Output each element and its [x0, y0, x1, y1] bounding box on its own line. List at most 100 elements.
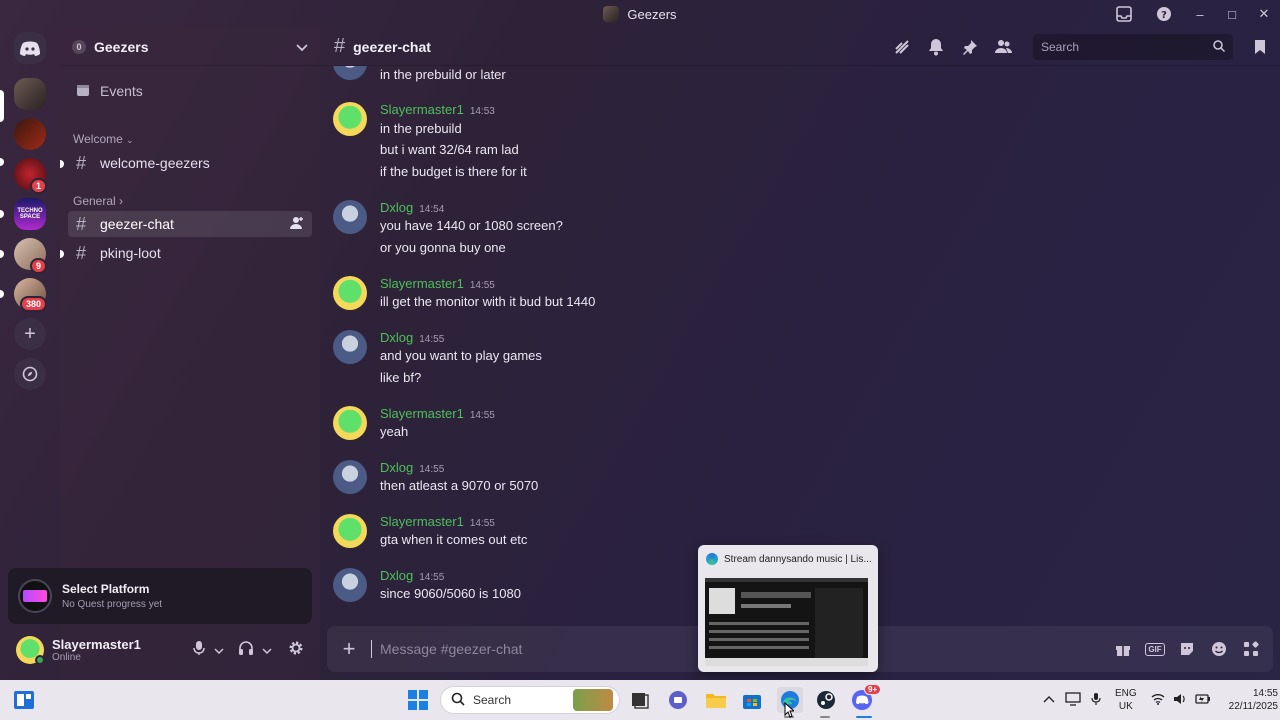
avatar[interactable] — [333, 200, 367, 234]
inbox-icon[interactable] — [1114, 4, 1134, 24]
taskbar: Search 9+ ENG UK 14:55 22/11/2025 — [0, 680, 1280, 720]
plus-icon: + — [24, 322, 36, 345]
channel-name: geezer-chat — [100, 216, 174, 232]
message-text: like bf? — [380, 370, 422, 385]
events-label: Events — [100, 83, 143, 99]
channel-name: welcome-geezers — [100, 155, 210, 171]
minimize-button[interactable]: – — [1184, 0, 1216, 28]
apps-icon[interactable] — [1240, 638, 1262, 660]
add-server-button[interactable]: + — [14, 318, 46, 350]
settings-gear-icon[interactable] — [288, 640, 304, 661]
microphone-icon[interactable] — [192, 640, 206, 661]
close-button[interactable]: ✕ — [1248, 0, 1280, 28]
clock-time: 14:55 — [1252, 688, 1278, 699]
wifi-icon[interactable] — [1151, 693, 1165, 708]
channel-pking-loot[interactable]: # pking-loot — [68, 240, 312, 266]
emoji-icon[interactable] — [1208, 638, 1230, 660]
author-name[interactable]: Dxlog — [380, 200, 413, 215]
chevron-down-icon[interactable] — [214, 641, 224, 659]
message-header: Dxlog 14:55 — [380, 568, 444, 583]
author-name[interactable]: Slayermaster1 — [380, 102, 464, 117]
search-icon — [1213, 39, 1226, 55]
avatar[interactable] — [16, 636, 45, 665]
chevron-down-icon[interactable] — [262, 641, 272, 659]
clock-date: 22/11/2025 — [1228, 701, 1278, 712]
server-techno-space[interactable]: TECHNO SPACE — [14, 198, 46, 230]
message-header: Slayermaster1 14:55 — [380, 276, 495, 291]
widgets-icon[interactable] — [12, 688, 36, 712]
avatar[interactable] — [333, 460, 367, 494]
start-button[interactable] — [406, 688, 430, 712]
channel-geezer-chat[interactable]: # geezer-chat — [68, 211, 312, 237]
mention-badge: 380 — [20, 296, 48, 312]
user-name[interactable]: Slayermaster1 — [52, 637, 141, 652]
language-indicator[interactable]: ENG UK — [1115, 687, 1137, 713]
bookmark-icon[interactable] — [1248, 35, 1272, 59]
volume-icon[interactable] — [1173, 693, 1187, 708]
search-input[interactable]: Search — [1033, 34, 1233, 60]
notification-bell-icon[interactable] — [924, 35, 948, 59]
device-icon[interactable] — [1065, 691, 1081, 709]
taskbar-search[interactable]: Search — [440, 686, 620, 714]
message-text: but i want 32/64 ram lad — [380, 142, 519, 157]
clock[interactable]: 14:55 22/11/2025 — [1229, 687, 1278, 713]
avatar[interactable] — [333, 66, 367, 80]
guild-header[interactable]: 0 Geezers — [60, 28, 320, 66]
server-geezers[interactable] — [14, 78, 46, 110]
gif-button[interactable]: GIF — [1144, 638, 1166, 660]
file-explorer-icon[interactable] — [704, 688, 728, 712]
events-item[interactable]: Events — [68, 78, 312, 104]
author-name[interactable]: Slayermaster1 — [380, 276, 464, 291]
gift-icon[interactable] — [1112, 638, 1134, 660]
battery-icon[interactable] — [1195, 693, 1211, 708]
author-name[interactable]: Dxlog — [380, 460, 413, 475]
maximize-button[interactable]: □ — [1216, 0, 1248, 28]
quest-card[interactable]: Select Platform No Quest progress yet — [8, 568, 312, 624]
microphone-icon[interactable] — [1091, 692, 1101, 709]
threads-icon[interactable] — [890, 35, 914, 59]
taskbar-preview-popup[interactable]: Stream dannysando music | Lis... — [698, 545, 878, 672]
channel-name: pking-loot — [100, 245, 161, 261]
server-eoz[interactable] — [14, 118, 46, 150]
avatar[interactable] — [333, 276, 367, 310]
category-label: General — [73, 194, 116, 208]
message-text: if the budget is there for it — [380, 164, 527, 179]
discord-home-button[interactable] — [14, 32, 46, 64]
server-icon — [603, 6, 620, 22]
taskbar-search-label: Search — [473, 693, 512, 707]
calendar-icon — [76, 81, 96, 102]
avatar[interactable] — [333, 406, 367, 440]
timestamp: 14:54 — [419, 204, 445, 215]
avatar[interactable] — [333, 330, 367, 364]
author-name[interactable]: Dxlog — [380, 568, 413, 583]
message-text: you have 1440 or 1080 screen? — [380, 218, 563, 233]
sticker-icon[interactable] — [1176, 638, 1198, 660]
microsoft-store-icon[interactable] — [740, 688, 764, 712]
quest-subtitle: No Quest progress yet — [62, 599, 163, 610]
teams-icon[interactable] — [666, 688, 690, 712]
task-view-icon[interactable] — [628, 688, 652, 712]
avatar[interactable] — [333, 568, 367, 602]
add-member-icon[interactable] — [290, 216, 304, 233]
chevron-up-icon[interactable] — [1043, 695, 1055, 706]
add-attachment-button[interactable]: + — [327, 636, 371, 662]
category-welcome[interactable]: Welcome ⌄ — [73, 132, 134, 146]
pin-icon[interactable] — [958, 35, 982, 59]
author-name[interactable]: Dxlog — [380, 330, 413, 345]
message-text: then atleast a 9070 or 5070 — [380, 478, 539, 493]
steam-icon[interactable] — [814, 688, 838, 712]
avatar[interactable] — [333, 514, 367, 548]
avatar[interactable] — [333, 102, 367, 136]
discover-button[interactable] — [14, 358, 46, 390]
member-list-icon[interactable] — [992, 35, 1016, 59]
author-name[interactable]: Slayermaster1 — [380, 514, 464, 529]
headphones-icon[interactable] — [238, 640, 254, 661]
category-general[interactable]: General › — [73, 194, 123, 208]
keyboard-layout: UK — [1118, 701, 1133, 712]
author-name[interactable]: Slayermaster1 — [380, 406, 464, 421]
help-icon[interactable]: ? — [1154, 4, 1174, 24]
message-text: in the prebuild or later — [380, 67, 506, 82]
unread-indicator — [60, 250, 64, 258]
preview-thumbnail[interactable] — [705, 578, 868, 666]
channel-welcome-geezers[interactable]: # welcome-geezers — [68, 150, 312, 176]
